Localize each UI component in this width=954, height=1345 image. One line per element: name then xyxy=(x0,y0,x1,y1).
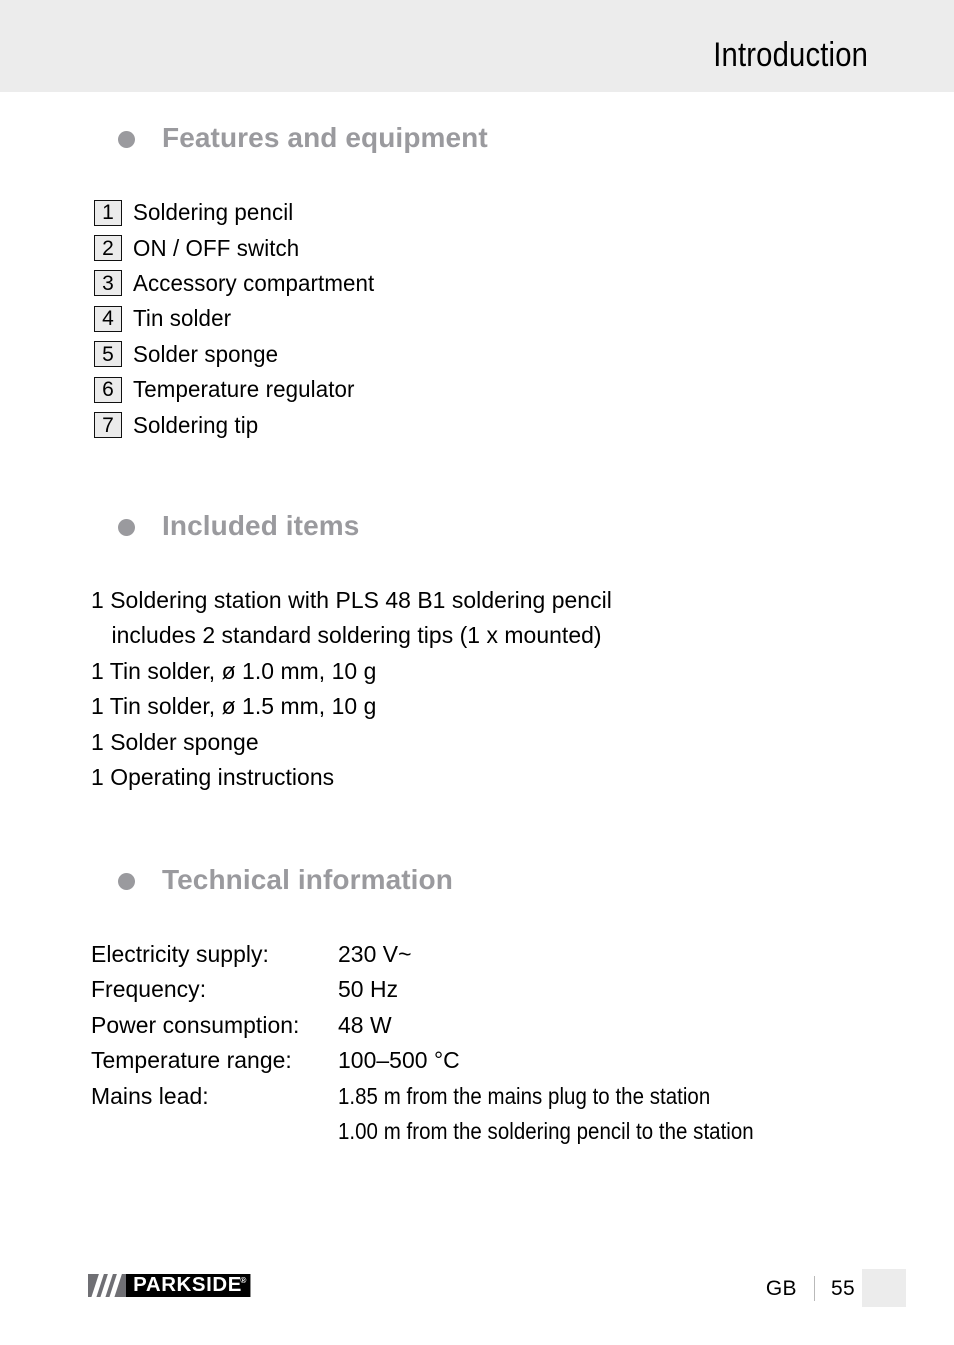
tech-spec-label xyxy=(91,1114,332,1149)
bullet-dot-icon xyxy=(118,872,135,890)
table-row: Power consumption: 48 W xyxy=(91,1008,816,1043)
list-item: 2 ON / OFF switch xyxy=(94,230,382,265)
features-list: 1 Soldering pencil 2 ON / OFF switch 3 A… xyxy=(94,195,382,443)
registered-trademark-icon: ® xyxy=(240,1276,248,1285)
technical-information-table: Electricity supply: 230 V~ Frequency: 50… xyxy=(91,937,816,1149)
feature-number-badge: 5 xyxy=(94,341,122,368)
footer-pager: GB 55 xyxy=(766,1276,855,1301)
list-item: 1 Tin solder, ø 1.0 mm, 10 g xyxy=(91,657,377,684)
page-header-band: Introduction xyxy=(0,0,954,92)
feature-number-badge: 7 xyxy=(94,412,122,439)
tech-spec-label: Power consumption: xyxy=(91,1011,300,1038)
section-heading-included-items: Included items xyxy=(118,510,359,542)
feature-label: Accessory compartment xyxy=(133,269,375,296)
feature-label: Solder sponge xyxy=(133,340,279,367)
list-item: 1 Tin solder, ø 1.5 mm, 10 g xyxy=(91,693,377,720)
tech-spec-label: Electricity supply: xyxy=(91,941,269,967)
section-heading-features: Features and equipment xyxy=(118,122,488,154)
page-title: Introduction xyxy=(713,36,868,74)
edge-tab-marker xyxy=(862,1269,906,1307)
language-code: GB xyxy=(765,1276,797,1300)
brand-name: PARKSIDE ® xyxy=(126,1274,251,1297)
table-row: Frequency: 50 Hz xyxy=(91,972,816,1007)
feature-number-badge: 3 xyxy=(94,270,122,297)
list-item: 1 Soldering pencil xyxy=(94,195,382,230)
feature-label: Tin solder xyxy=(133,305,232,332)
tech-spec-label: Frequency: xyxy=(91,976,207,1003)
list-item: 7 Soldering tip xyxy=(94,407,382,442)
bullet-dot-icon xyxy=(118,130,135,148)
feature-number-badge: 6 xyxy=(94,376,122,403)
table-row: Electricity supply: 230 V~ xyxy=(91,937,816,972)
included-items-list: 1 Soldering station with PLS 48 B1 solde… xyxy=(91,583,625,795)
list-item: 3 Accessory compartment xyxy=(94,266,382,301)
slashes-icon xyxy=(88,1274,126,1297)
section-heading-label: Technical information xyxy=(162,864,453,895)
list-item: 5 Solder sponge xyxy=(94,337,382,372)
page-number: 55 xyxy=(831,1276,855,1300)
table-row: Mains lead: 1.85 m from the mains plug t… xyxy=(91,1079,816,1114)
tech-spec-value: 48 W xyxy=(338,1011,392,1038)
section-heading-label: Included items xyxy=(162,510,360,541)
feature-label: ON / OFF switch xyxy=(133,234,300,261)
list-item: includes 2 standard soldering tips (1 x … xyxy=(111,622,602,649)
brand-name-text: PARKSIDE xyxy=(133,1274,242,1296)
list-item: 1 Soldering station with PLS 48 B1 solde… xyxy=(91,587,612,613)
table-row: 1.00 m from the soldering pencil to the … xyxy=(91,1114,816,1149)
section-heading-label: Features and equipment xyxy=(162,122,488,153)
feature-label: Soldering tip xyxy=(133,411,259,438)
tech-spec-value: 1.85 m from the mains plug to the statio… xyxy=(338,1082,711,1109)
tech-spec-label: Mains lead: xyxy=(91,1082,209,1109)
parkside-logo: PARKSIDE ® xyxy=(88,1274,251,1297)
tech-spec-value: 1.00 m from the soldering pencil to the … xyxy=(338,1117,754,1144)
tech-spec-label: Temperature range: xyxy=(91,1047,292,1074)
tech-spec-value: 100–500 °C xyxy=(338,1047,460,1074)
feature-number-badge: 1 xyxy=(94,199,122,226)
tech-spec-value: 50 Hz xyxy=(338,976,399,1003)
section-heading-technical-information: Technical information xyxy=(118,864,453,896)
feature-label: Soldering pencil xyxy=(133,199,294,226)
page-footer: PARKSIDE ® GB 55 xyxy=(0,1250,954,1345)
list-item: 1 Operating instructions xyxy=(91,764,335,791)
feature-number-badge: 4 xyxy=(94,305,122,332)
list-item: 1 Solder sponge xyxy=(91,728,259,755)
table-row: Temperature range: 100–500 °C xyxy=(91,1043,816,1078)
feature-number-badge: 2 xyxy=(94,235,122,262)
bullet-dot-icon xyxy=(118,518,135,536)
list-item: 6 Temperature regulator xyxy=(94,372,382,407)
feature-label: Temperature regulator xyxy=(133,376,355,403)
list-item: 4 Tin solder xyxy=(94,301,382,336)
tech-spec-value: 230 V~ xyxy=(338,941,412,967)
divider xyxy=(813,1276,816,1301)
